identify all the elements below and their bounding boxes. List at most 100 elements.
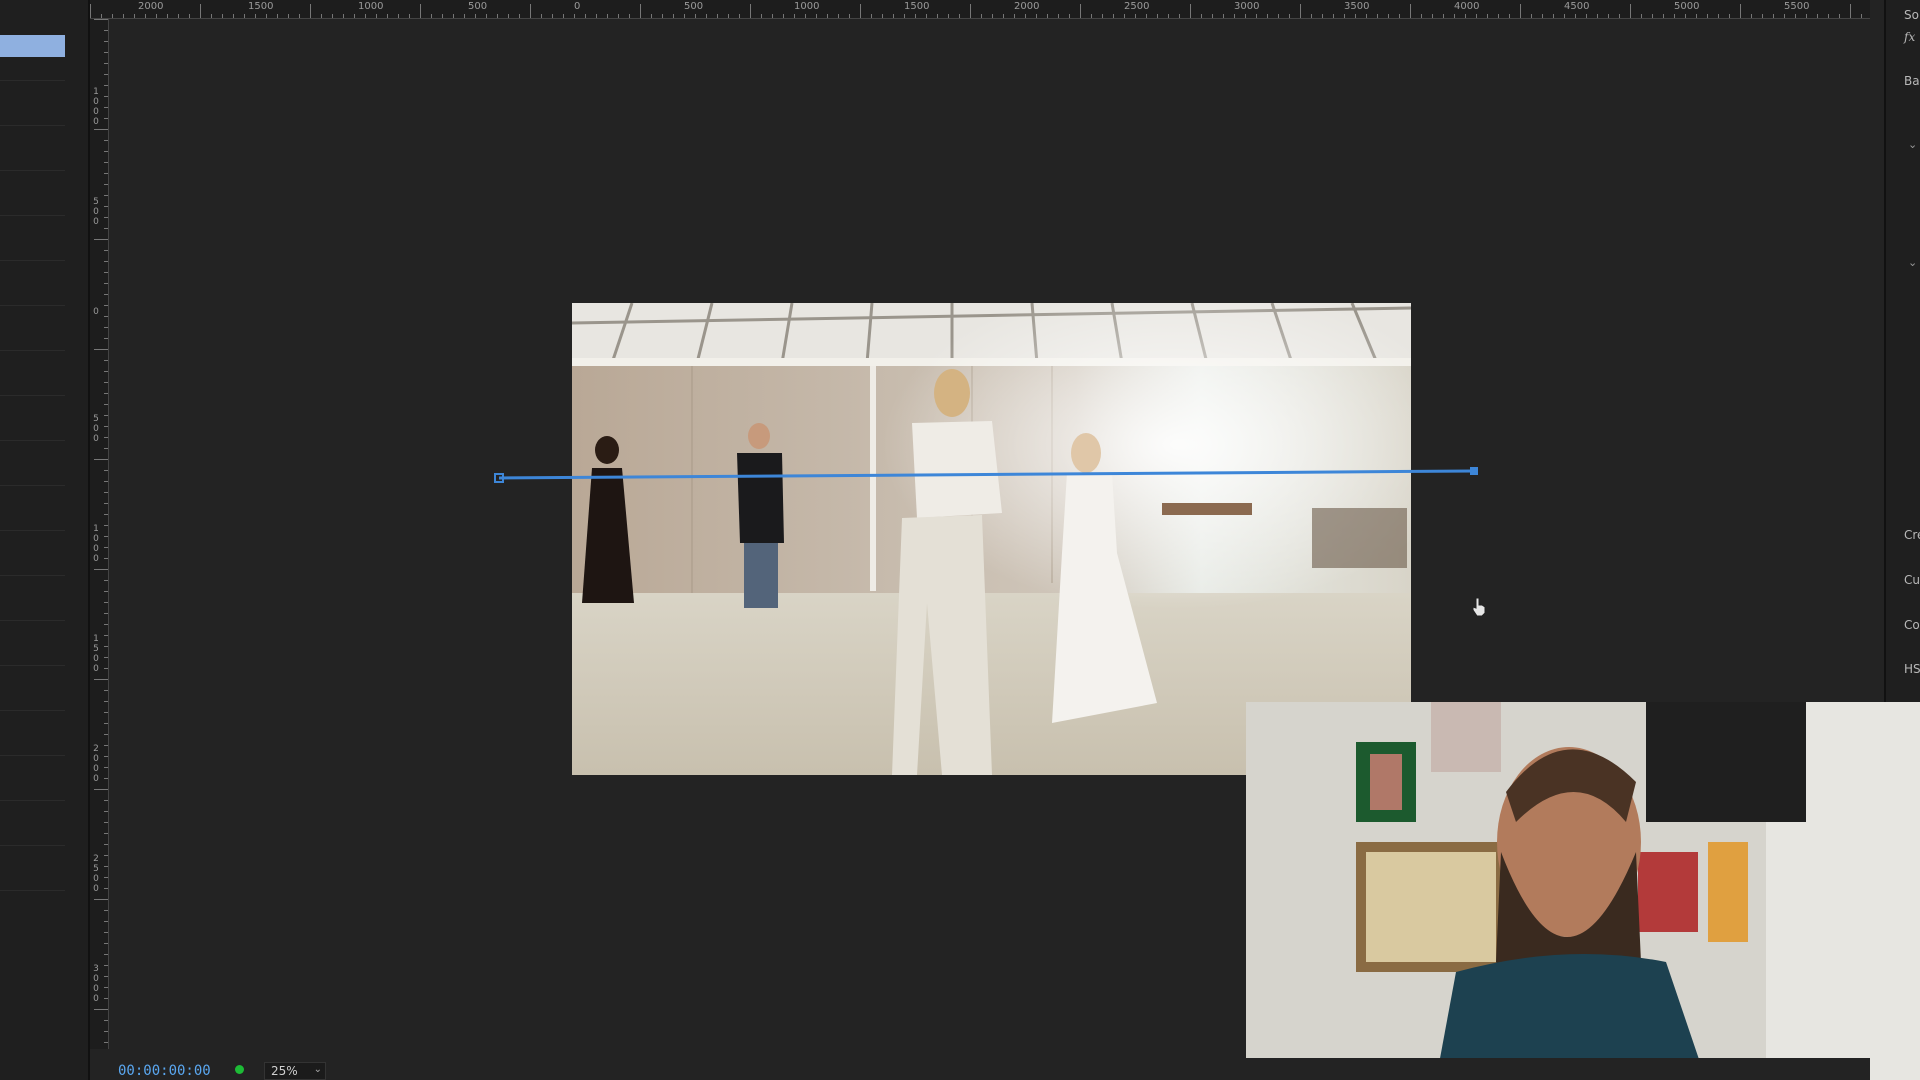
ruler-tick bbox=[343, 14, 344, 18]
ruler-tick bbox=[1223, 14, 1224, 18]
list-divider bbox=[0, 485, 65, 486]
ruler-tick bbox=[695, 14, 696, 18]
ruler-tick bbox=[1619, 14, 1620, 18]
section-creative[interactable]: Cre bbox=[1904, 528, 1920, 542]
ruler-tick bbox=[104, 547, 108, 548]
ruler-tick bbox=[1597, 14, 1598, 18]
ruler-tick bbox=[167, 14, 168, 18]
playhead-timecode[interactable]: 00:00:00:00 bbox=[118, 1063, 211, 1079]
list-divider bbox=[0, 530, 65, 531]
chevron-down-icon[interactable]: ⌄ bbox=[1908, 256, 1917, 269]
ruler-tick bbox=[1190, 4, 1191, 18]
ruler-tick bbox=[1124, 14, 1125, 18]
ruler-tick bbox=[104, 448, 108, 449]
ruler-tick bbox=[1740, 4, 1741, 18]
ruler-label: 500 bbox=[93, 414, 99, 444]
ruler-tick bbox=[104, 30, 108, 31]
ruler-tick bbox=[1212, 14, 1213, 18]
ruler-tick bbox=[1608, 14, 1609, 18]
ruler-label: 4500 bbox=[1564, 1, 1590, 12]
ruler-label: 2500 bbox=[1124, 1, 1150, 12]
section-curves[interactable]: Cur bbox=[1904, 573, 1920, 587]
ruler-tick bbox=[94, 789, 108, 790]
fx-icon[interactable]: fx bbox=[1904, 30, 1915, 44]
ruler-tick bbox=[104, 822, 108, 823]
ruler-tick bbox=[94, 459, 108, 460]
ruler-tick bbox=[1487, 14, 1488, 18]
section-hsl[interactable]: HSl bbox=[1904, 662, 1920, 676]
webcam-overlay bbox=[1246, 702, 1920, 1080]
presenter-video bbox=[1246, 702, 1920, 1080]
ruler-tick bbox=[1520, 4, 1521, 18]
ruler-tick bbox=[104, 1031, 108, 1032]
ruler-tick bbox=[104, 371, 108, 372]
ruler-tick bbox=[398, 14, 399, 18]
ruler-tick bbox=[915, 14, 916, 18]
ruler-tick bbox=[104, 745, 108, 746]
ruler-tick bbox=[684, 14, 685, 18]
ruler-tick bbox=[486, 14, 487, 18]
ruler-tick bbox=[104, 668, 108, 669]
ruler-tick bbox=[104, 525, 108, 526]
ruler-tick bbox=[104, 657, 108, 658]
ruler-tick bbox=[618, 14, 619, 18]
ruler-tick bbox=[1278, 14, 1279, 18]
ruler-tick bbox=[376, 14, 377, 18]
ruler-tick bbox=[104, 701, 108, 702]
ruler-tick bbox=[104, 261, 108, 262]
ruler-tick bbox=[1157, 14, 1158, 18]
ruler-tick bbox=[1630, 4, 1631, 18]
ruler-tick bbox=[104, 338, 108, 339]
ruler-tick bbox=[1443, 14, 1444, 18]
ruler-label: 500 bbox=[468, 1, 488, 12]
ruler-tick bbox=[948, 14, 949, 18]
ruler-tick bbox=[1586, 14, 1587, 18]
ruler-tick bbox=[104, 173, 108, 174]
ruler-tick bbox=[104, 393, 108, 394]
ruler-label: 1000 bbox=[93, 87, 99, 127]
ruler-tick bbox=[134, 14, 135, 18]
ruler-tick bbox=[1674, 14, 1675, 18]
ruler-tick bbox=[104, 118, 108, 119]
list-divider bbox=[0, 80, 65, 81]
ruler-tick bbox=[104, 294, 108, 295]
ruler-tick bbox=[104, 195, 108, 196]
selected-item[interactable] bbox=[0, 35, 65, 57]
ruler-tick bbox=[1839, 14, 1840, 18]
ruler-tick bbox=[101, 14, 102, 18]
ruler-tick bbox=[145, 14, 146, 18]
ruler-tick bbox=[104, 943, 108, 944]
ruler-tick bbox=[409, 14, 410, 18]
section-basic[interactable]: Bas bbox=[1904, 74, 1920, 88]
ruler-tick bbox=[200, 4, 201, 18]
ruler-tick bbox=[104, 580, 108, 581]
ruler-tick bbox=[1795, 14, 1796, 18]
ruler-tick bbox=[104, 404, 108, 405]
ruler-tick bbox=[1861, 14, 1862, 18]
ruler-label: 500 bbox=[93, 197, 99, 227]
ruler-tick bbox=[992, 14, 993, 18]
ruler-tick bbox=[104, 1042, 108, 1043]
ruler-label: 1000 bbox=[93, 524, 99, 564]
ruler-tick bbox=[104, 965, 108, 966]
ruler-label: 2500 bbox=[93, 854, 99, 894]
chevron-down-icon[interactable]: ⌄ bbox=[1908, 138, 1917, 151]
ruler-label: 1500 bbox=[93, 634, 99, 674]
list-divider bbox=[0, 845, 65, 846]
ruler-tick bbox=[651, 14, 652, 18]
ruler-tick bbox=[1751, 14, 1752, 18]
section-color-wheels[interactable]: Col bbox=[1904, 618, 1920, 632]
ruler-tick bbox=[1113, 14, 1114, 18]
ruler-tick bbox=[365, 14, 366, 18]
ruler-tick bbox=[387, 14, 388, 18]
zoom-level-dropdown[interactable]: 25% ⌄ bbox=[264, 1062, 326, 1080]
list-divider bbox=[0, 395, 65, 396]
list-divider bbox=[0, 800, 65, 801]
ruler-tick bbox=[104, 503, 108, 504]
ruler-tick bbox=[354, 14, 355, 18]
ruler-tick bbox=[299, 14, 300, 18]
ruler-tick bbox=[1267, 14, 1268, 18]
ruler-tick bbox=[739, 14, 740, 18]
panel-tab-source[interactable]: Sou bbox=[1904, 8, 1920, 22]
ruler-tick bbox=[104, 514, 108, 515]
